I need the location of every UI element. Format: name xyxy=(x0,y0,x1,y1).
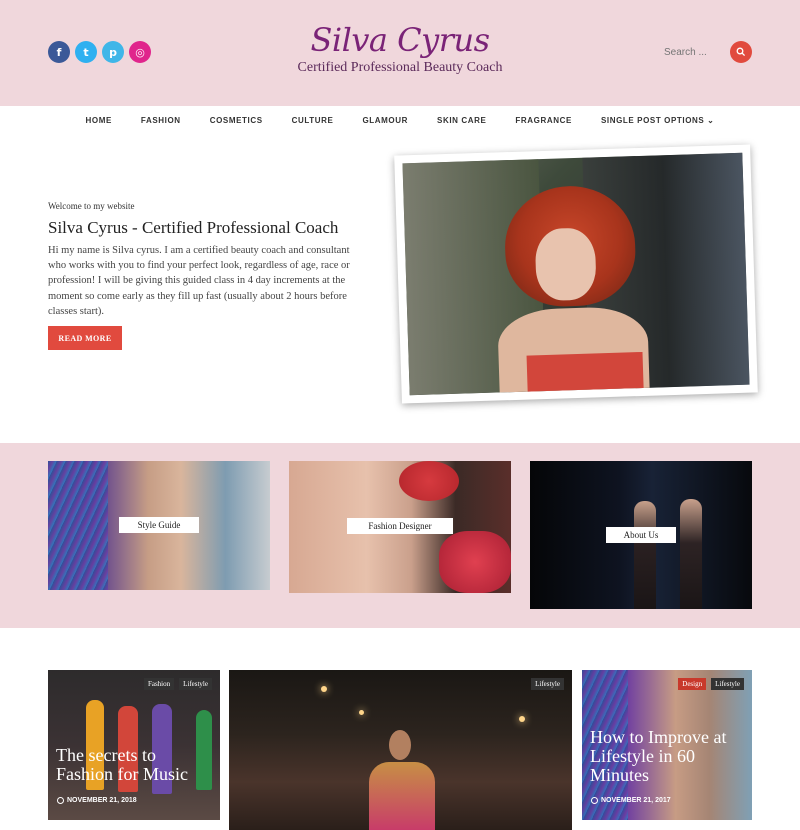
main-navigation: HOME FASHION COSMETICS CULTURE GLAMOUR S… xyxy=(0,106,800,134)
category-card-style-guide[interactable]: Style Guide xyxy=(48,461,270,590)
hero-photo-frame xyxy=(394,144,758,404)
search-button[interactable] xyxy=(730,41,752,63)
nav-item-glamour[interactable]: GLAMOUR xyxy=(362,116,408,125)
tag-lifestyle[interactable]: Lifestyle xyxy=(711,678,744,690)
post-card-featured[interactable]: Lifestyle xyxy=(229,670,572,830)
post-date-text: NOVEMBER 21, 2017 xyxy=(601,797,671,804)
category-label: About Us xyxy=(606,527,676,543)
post-title[interactable]: The secrets to Fashion for Music xyxy=(56,746,212,784)
post-date: NOVEMBER 21, 2018 xyxy=(57,797,137,804)
search-input[interactable] xyxy=(664,46,728,58)
intro-description: Hi my name is Silva cyrus. I am a certif… xyxy=(48,245,350,317)
post-card-lifestyle-60[interactable]: Design Lifestyle How to Improve at Lifes… xyxy=(582,670,752,820)
category-label: Fashion Designer xyxy=(347,518,453,534)
tag-lifestyle[interactable]: Lifestyle xyxy=(531,678,564,690)
tag-design[interactable]: Design xyxy=(678,678,707,690)
nav-item-home[interactable]: HOME xyxy=(86,116,112,125)
tag-lifestyle[interactable]: Lifestyle xyxy=(179,678,212,690)
post-card-fashion-music[interactable]: Fashion Lifestyle The secrets to Fashion… xyxy=(48,670,220,820)
post-date-text: NOVEMBER 21, 2018 xyxy=(67,797,137,804)
read-more-button[interactable]: READ MORE xyxy=(48,326,122,350)
clock-icon xyxy=(591,797,598,804)
hero-photo xyxy=(402,152,750,396)
intro-title: Silva Cyrus - Certified Professional Coa… xyxy=(48,218,339,237)
site-header: f t p ◎ Silva Cyrus Certified Profession… xyxy=(0,0,800,106)
category-card-fashion-designer[interactable]: Fashion Designer xyxy=(289,461,511,593)
post-tags: Design Lifestyle xyxy=(678,678,744,690)
tag-fashion[interactable]: Fashion xyxy=(143,678,175,690)
post-tags: Fashion Lifestyle xyxy=(143,678,212,690)
category-label: Style Guide xyxy=(119,517,199,533)
nav-item-cosmetics[interactable]: COSMETICS xyxy=(210,116,263,125)
search-form xyxy=(664,41,752,63)
search-icon xyxy=(736,47,746,57)
post-title[interactable]: How to Improve at Lifestyle in 60 Minute… xyxy=(590,728,746,785)
nav-item-fragrance[interactable]: FRAGRANCE xyxy=(515,116,572,125)
nav-item-single-post-options[interactable]: SINGLE POST OPTIONS ⌄ xyxy=(601,116,715,125)
nav-item-skin-care[interactable]: SKIN CARE xyxy=(437,116,486,125)
nav-item-culture[interactable]: CULTURE xyxy=(292,116,334,125)
clock-icon xyxy=(57,797,64,804)
nav-item-fashion[interactable]: FASHION xyxy=(141,116,181,125)
post-tags: Lifestyle xyxy=(531,678,564,690)
welcome-text: Welcome to my website xyxy=(48,201,135,211)
post-date: NOVEMBER 21, 2017 xyxy=(591,797,671,804)
category-card-about-us[interactable]: About Us xyxy=(530,461,752,609)
